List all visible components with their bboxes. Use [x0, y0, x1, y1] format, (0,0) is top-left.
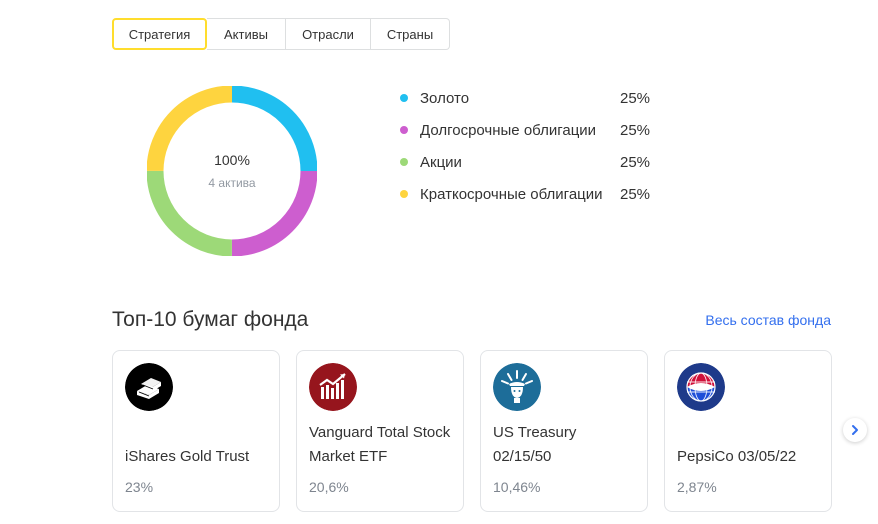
legend-value: 25%	[620, 121, 651, 139]
legend-label: Золото	[420, 89, 470, 107]
legend-label: Акции	[420, 153, 462, 171]
allocation-donut-chart: 100% 4 актива	[147, 86, 317, 256]
all-holdings-link[interactable]: Весь состав фонда	[705, 312, 831, 328]
legend-value: 25%	[620, 185, 651, 203]
tab-strategy[interactable]: Стратегия	[112, 18, 207, 50]
holding-card-ishares-gold[interactable]: iShares Gold Trust 23%	[112, 350, 280, 512]
gold-bars-icon	[125, 363, 173, 411]
holding-share: 20,6%	[309, 479, 349, 495]
legend-label: Краткосрочные облигации	[420, 185, 603, 203]
holding-card-us-treasury[interactable]: US Treasury 02/15/50 10,46%	[480, 350, 648, 512]
tab-assets[interactable]: Активы	[207, 18, 286, 50]
legend-item-stocks: Акции 25%	[400, 146, 660, 178]
allocation-legend: Золото 25% Долгосрочные облигации 25% Ак…	[400, 82, 660, 210]
donut-asset-count: 4 актива	[208, 176, 256, 190]
pepsico-globe-icon	[677, 363, 725, 411]
legend-label: Долгосрочные облигации	[420, 121, 597, 139]
donut-total: 100%	[214, 152, 250, 168]
holding-name: Vanguard Total Stock Market ETF	[309, 424, 451, 465]
legend-value: 25%	[620, 153, 651, 171]
chevron-right-icon	[852, 425, 858, 435]
next-holdings-button[interactable]	[843, 418, 867, 442]
legend-dot	[400, 158, 408, 166]
holding-share: 23%	[125, 479, 154, 495]
legend-dot	[400, 126, 408, 134]
top-holdings-title: Топ-10 бумаг фонда	[112, 308, 309, 331]
structure-tabs: Стратегия Активы Отрасли Страны	[112, 18, 450, 50]
fund-structure-page: Стратегия Активы Отрасли Страны 100% 4 а…	[0, 0, 878, 524]
legend-value: 25%	[620, 89, 651, 107]
legend-dot	[400, 94, 408, 102]
vanguard-logo-icon	[309, 363, 357, 411]
top-holdings-list: iShares Gold Trust 23% Vanguard Total St…	[112, 350, 832, 512]
legend-item-gold: Золото 25%	[400, 82, 660, 114]
legend-item-long-bonds: Долгосрочные облигации 25%	[400, 114, 660, 146]
tab-industries[interactable]: Отрасли	[286, 18, 371, 50]
holding-share: 2,87%	[677, 479, 717, 495]
tab-countries[interactable]: Страны	[371, 18, 450, 50]
statue-of-liberty-icon	[493, 363, 541, 411]
holding-share: 10,46%	[493, 479, 541, 495]
holding-name: US Treasury 02/15/50	[493, 424, 577, 465]
donut-center: 100% 4 актива	[147, 86, 317, 256]
holding-card-pepsico[interactable]: PepsiCo 03/05/22 2,87%	[664, 350, 832, 512]
holding-name: iShares Gold Trust	[125, 448, 250, 465]
legend-dot	[400, 190, 408, 198]
holding-card-vanguard-total-stock[interactable]: Vanguard Total Stock Market ETF 20,6%	[296, 350, 464, 512]
holding-name: PepsiCo 03/05/22	[677, 448, 797, 465]
legend-item-short-bonds: Краткосрочные облигации 25%	[400, 178, 660, 210]
